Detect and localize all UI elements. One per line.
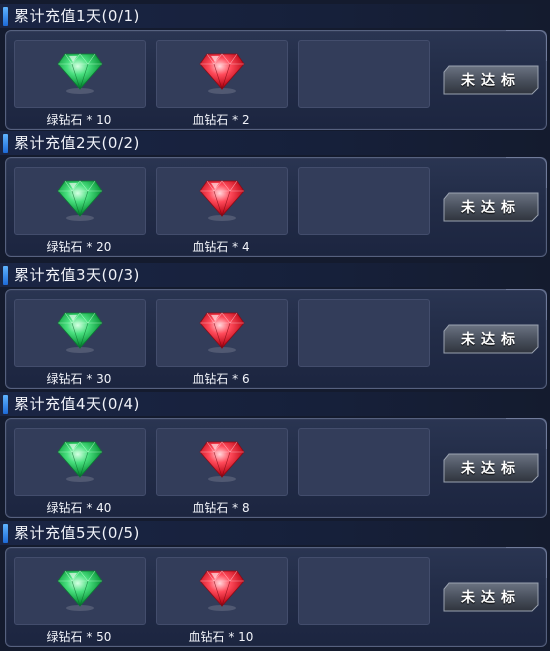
red-diamond-icon — [199, 180, 245, 221]
status-label: 未达标 — [461, 331, 521, 347]
reward-label: 血钻石 * 2 — [192, 113, 250, 127]
reward-slot-red[interactable] — [156, 299, 288, 367]
reward-card: 绿钻石 * 20 血钻石 * 4 未达标 — [5, 157, 547, 257]
title-accent-bar — [3, 395, 8, 414]
reward-card: 绿钻石 * 40 血钻石 * 8 未达标 — [5, 418, 547, 518]
row-title-bar: 累计充值3天(0/3) — [0, 263, 550, 287]
status-label: 未达标 — [461, 199, 521, 215]
red-diamond-icon — [199, 441, 245, 482]
reward-card: 绿钻石 * 30 血钻石 * 6 未达标 — [5, 289, 547, 389]
reward-label: 血钻石 * 6 — [192, 372, 250, 386]
reward-card: 绿钻石 * 10 血钻石 * 2 未达标 — [5, 30, 547, 130]
red-diamond-icon — [199, 570, 245, 611]
reward-label: 血钻石 * 8 — [192, 501, 250, 515]
red-diamond-icon — [199, 53, 245, 94]
reward-slot-green[interactable] — [14, 40, 146, 108]
reward-slot-empty — [298, 167, 430, 235]
reward-slot-red[interactable] — [156, 428, 288, 496]
green-diamond-icon — [57, 441, 103, 482]
reward-card: 绿钻石 * 50 血钻石 * 10 未达标 — [5, 547, 547, 647]
status-button-not-reached[interactable]: 未达标 — [443, 324, 539, 354]
status-label: 未达标 — [461, 589, 521, 605]
status-button-not-reached[interactable]: 未达标 — [443, 453, 539, 483]
row-title-bar: 累计充值4天(0/4) — [0, 392, 550, 416]
status-label: 未达标 — [461, 72, 521, 88]
row-title-bar: 累计充值5天(0/5) — [0, 521, 550, 545]
red-diamond-icon — [199, 312, 245, 353]
title-accent-bar — [3, 524, 8, 543]
reward-slot-empty — [298, 557, 430, 625]
row-title: 累计充值3天(0/3) — [14, 266, 140, 284]
reward-slot-green[interactable] — [14, 167, 146, 235]
reward-row-2: 累计充值2天(0/2) 绿钻石 * 20 血钻石 * 4 未达标 — [0, 131, 550, 257]
reward-label: 绿钻石 * 10 — [46, 113, 112, 127]
title-accent-bar — [3, 266, 8, 285]
row-title: 累计充值5天(0/5) — [14, 524, 140, 542]
reward-slot-red[interactable] — [156, 167, 288, 235]
reward-slot-red[interactable] — [156, 557, 288, 625]
reward-label: 绿钻石 * 40 — [46, 501, 112, 515]
status-button-not-reached[interactable]: 未达标 — [443, 65, 539, 95]
reward-label: 绿钻石 * 30 — [46, 372, 112, 386]
row-title: 累计充值4天(0/4) — [14, 395, 140, 413]
reward-row-3: 累计充值3天(0/3) 绿钻石 * 30 血钻石 * 6 未达标 — [0, 263, 550, 389]
row-title: 累计充值2天(0/2) — [14, 134, 140, 152]
reward-row-4: 累计充值4天(0/4) 绿钻石 * 40 血钻石 * 8 未达标 — [0, 392, 550, 518]
reward-row-5: 累计充值5天(0/5) 绿钻石 * 50 血钻石 * 10 未达标 — [0, 521, 550, 647]
row-title: 累计充值1天(0/1) — [14, 7, 140, 25]
reward-label: 血钻石 * 10 — [188, 630, 254, 644]
title-accent-bar — [3, 7, 8, 26]
reward-slot-empty — [298, 40, 430, 108]
green-diamond-icon — [57, 180, 103, 221]
reward-slot-empty — [298, 428, 430, 496]
reward-label: 绿钻石 * 50 — [46, 630, 112, 644]
reward-slot-red[interactable] — [156, 40, 288, 108]
reward-slot-green[interactable] — [14, 428, 146, 496]
row-title-bar: 累计充值2天(0/2) — [0, 131, 550, 155]
reward-slot-green[interactable] — [14, 557, 146, 625]
green-diamond-icon — [57, 312, 103, 353]
reward-label: 绿钻石 * 20 — [46, 240, 112, 254]
reward-label: 血钻石 * 4 — [192, 240, 250, 254]
reward-row-1: 累计充值1天(0/1) 绿钻石 * 10 血钻石 * 2 未达标 — [0, 4, 550, 130]
green-diamond-icon — [57, 53, 103, 94]
status-button-not-reached[interactable]: 未达标 — [443, 192, 539, 222]
row-title-bar: 累计充值1天(0/1) — [0, 4, 550, 28]
reward-slot-green[interactable] — [14, 299, 146, 367]
green-diamond-icon — [57, 570, 103, 611]
status-button-not-reached[interactable]: 未达标 — [443, 582, 539, 612]
reward-slot-empty — [298, 299, 430, 367]
status-label: 未达标 — [461, 460, 521, 476]
title-accent-bar — [3, 134, 8, 153]
